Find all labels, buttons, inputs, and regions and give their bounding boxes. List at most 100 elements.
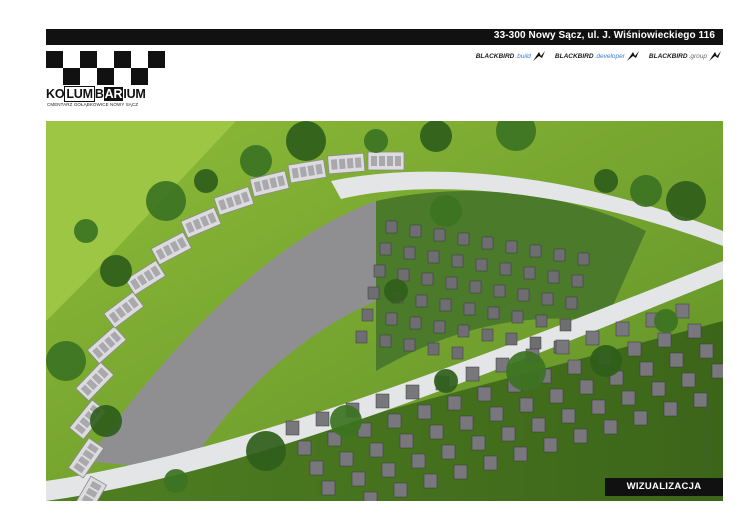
niche (371, 156, 377, 166)
tree-canopy (246, 431, 286, 471)
logo-part: KO (46, 87, 65, 101)
grave-plot (469, 280, 482, 294)
grave-plot (481, 236, 494, 250)
grave-plot (567, 359, 582, 375)
grave-plot (355, 330, 368, 344)
grave-plot (427, 250, 440, 264)
grave-plot (405, 384, 420, 400)
tree-canopy (654, 309, 678, 333)
grave-plot (375, 393, 390, 409)
grave-plot (379, 334, 392, 348)
grave-plot (415, 294, 428, 308)
logo-part: IUM (123, 87, 146, 101)
brand-suffix: .build (515, 52, 531, 60)
grave-plot (477, 386, 492, 402)
tree-canopy (594, 169, 618, 193)
grave-plot (639, 361, 654, 377)
grave-plot (339, 451, 354, 467)
tree-canopy (146, 181, 186, 221)
grave-plot (451, 346, 464, 360)
grave-plot (385, 220, 398, 234)
grave-plot (523, 266, 536, 280)
grave-plot (387, 413, 402, 429)
grave-plot (565, 296, 578, 310)
grave-plot (361, 308, 374, 322)
grave-plot (385, 312, 398, 326)
grave-plot (675, 303, 690, 319)
grave-plot (531, 417, 546, 433)
bird-icon (626, 51, 639, 61)
logo-subtitle: CMENTARZ GOŁĄBKOWICE NOWY SĄCZ (47, 102, 139, 107)
grave-plot (463, 302, 476, 316)
niche (346, 158, 354, 169)
tree-canopy (164, 469, 188, 493)
grave-plot (403, 246, 416, 260)
grave-plot (585, 330, 600, 346)
grave-plot (577, 252, 590, 266)
address-text: 33-300 Nowy Sącz, ul. J. Wiśniowieckiego… (493, 30, 715, 41)
grave-plot (285, 420, 300, 436)
grave-plot (457, 232, 470, 246)
columbarium-block (327, 152, 366, 175)
grave-plot (555, 339, 570, 355)
bird-icon (532, 51, 545, 61)
tree-canopy (286, 121, 326, 161)
tree-canopy (666, 181, 706, 221)
aerial-visualization (46, 121, 723, 501)
brand-logos: BLACKBIRD .build BLACKBIRD .developer BLAC… (476, 50, 722, 62)
tree-canopy (420, 121, 452, 152)
bird-icon (709, 51, 721, 61)
grave-plot (517, 288, 530, 302)
side-note: autor wizualizacji · skala 1:500 · rzut … (703, 320, 713, 470)
grave-plot (297, 440, 312, 456)
tree-canopy (590, 345, 622, 377)
grave-plot (535, 314, 548, 328)
grave-plot (373, 264, 386, 278)
grave-plot (393, 482, 408, 498)
grave-plot (505, 332, 518, 346)
grave-plot (681, 372, 696, 388)
grave-plot (315, 411, 330, 427)
brand-name: BLACKBIRD (648, 52, 688, 60)
tree-canopy (330, 405, 362, 437)
tree-canopy (74, 219, 98, 243)
grave-plot (553, 248, 566, 262)
grave-plot (541, 292, 554, 306)
caption-label: WIZUALIZACJA (605, 478, 723, 496)
niche (387, 156, 393, 166)
grave-plot (573, 428, 588, 444)
tree-canopy (240, 145, 272, 177)
logo-part-boxed: LUM (64, 86, 95, 102)
grave-plot (427, 342, 440, 356)
tree-canopy (364, 129, 388, 153)
grave-plot (481, 328, 494, 342)
grave-plot (669, 352, 684, 368)
grave-plot (627, 341, 642, 357)
grave-plot (453, 464, 468, 480)
grave-plot (651, 381, 666, 397)
niche (338, 158, 346, 170)
side-note-text: autor wizualizacji · skala 1:500 · rzut … (705, 403, 709, 470)
grave-plot (483, 455, 498, 471)
grave-plot (615, 321, 630, 337)
tree-canopy (46, 341, 86, 381)
grave-plot (513, 446, 528, 462)
grave-plot (471, 435, 486, 451)
grave-plot (687, 323, 702, 339)
grave-plot (499, 262, 512, 276)
grave-plot (475, 258, 488, 272)
grave-plot (399, 433, 414, 449)
grave-plot (489, 406, 504, 422)
brand-developer: BLACKBIRD .developer (555, 50, 640, 62)
grave-plot (439, 298, 452, 312)
grave-plot (657, 332, 672, 348)
grave-plot (529, 244, 542, 258)
grave-plot (397, 268, 410, 282)
grave-plot (447, 395, 462, 411)
grave-plot (369, 442, 384, 458)
grave-plot (559, 318, 572, 332)
grave-plot (433, 320, 446, 334)
tree-canopy (100, 255, 132, 287)
grave-plot (457, 324, 470, 338)
grave-plot (519, 397, 534, 413)
